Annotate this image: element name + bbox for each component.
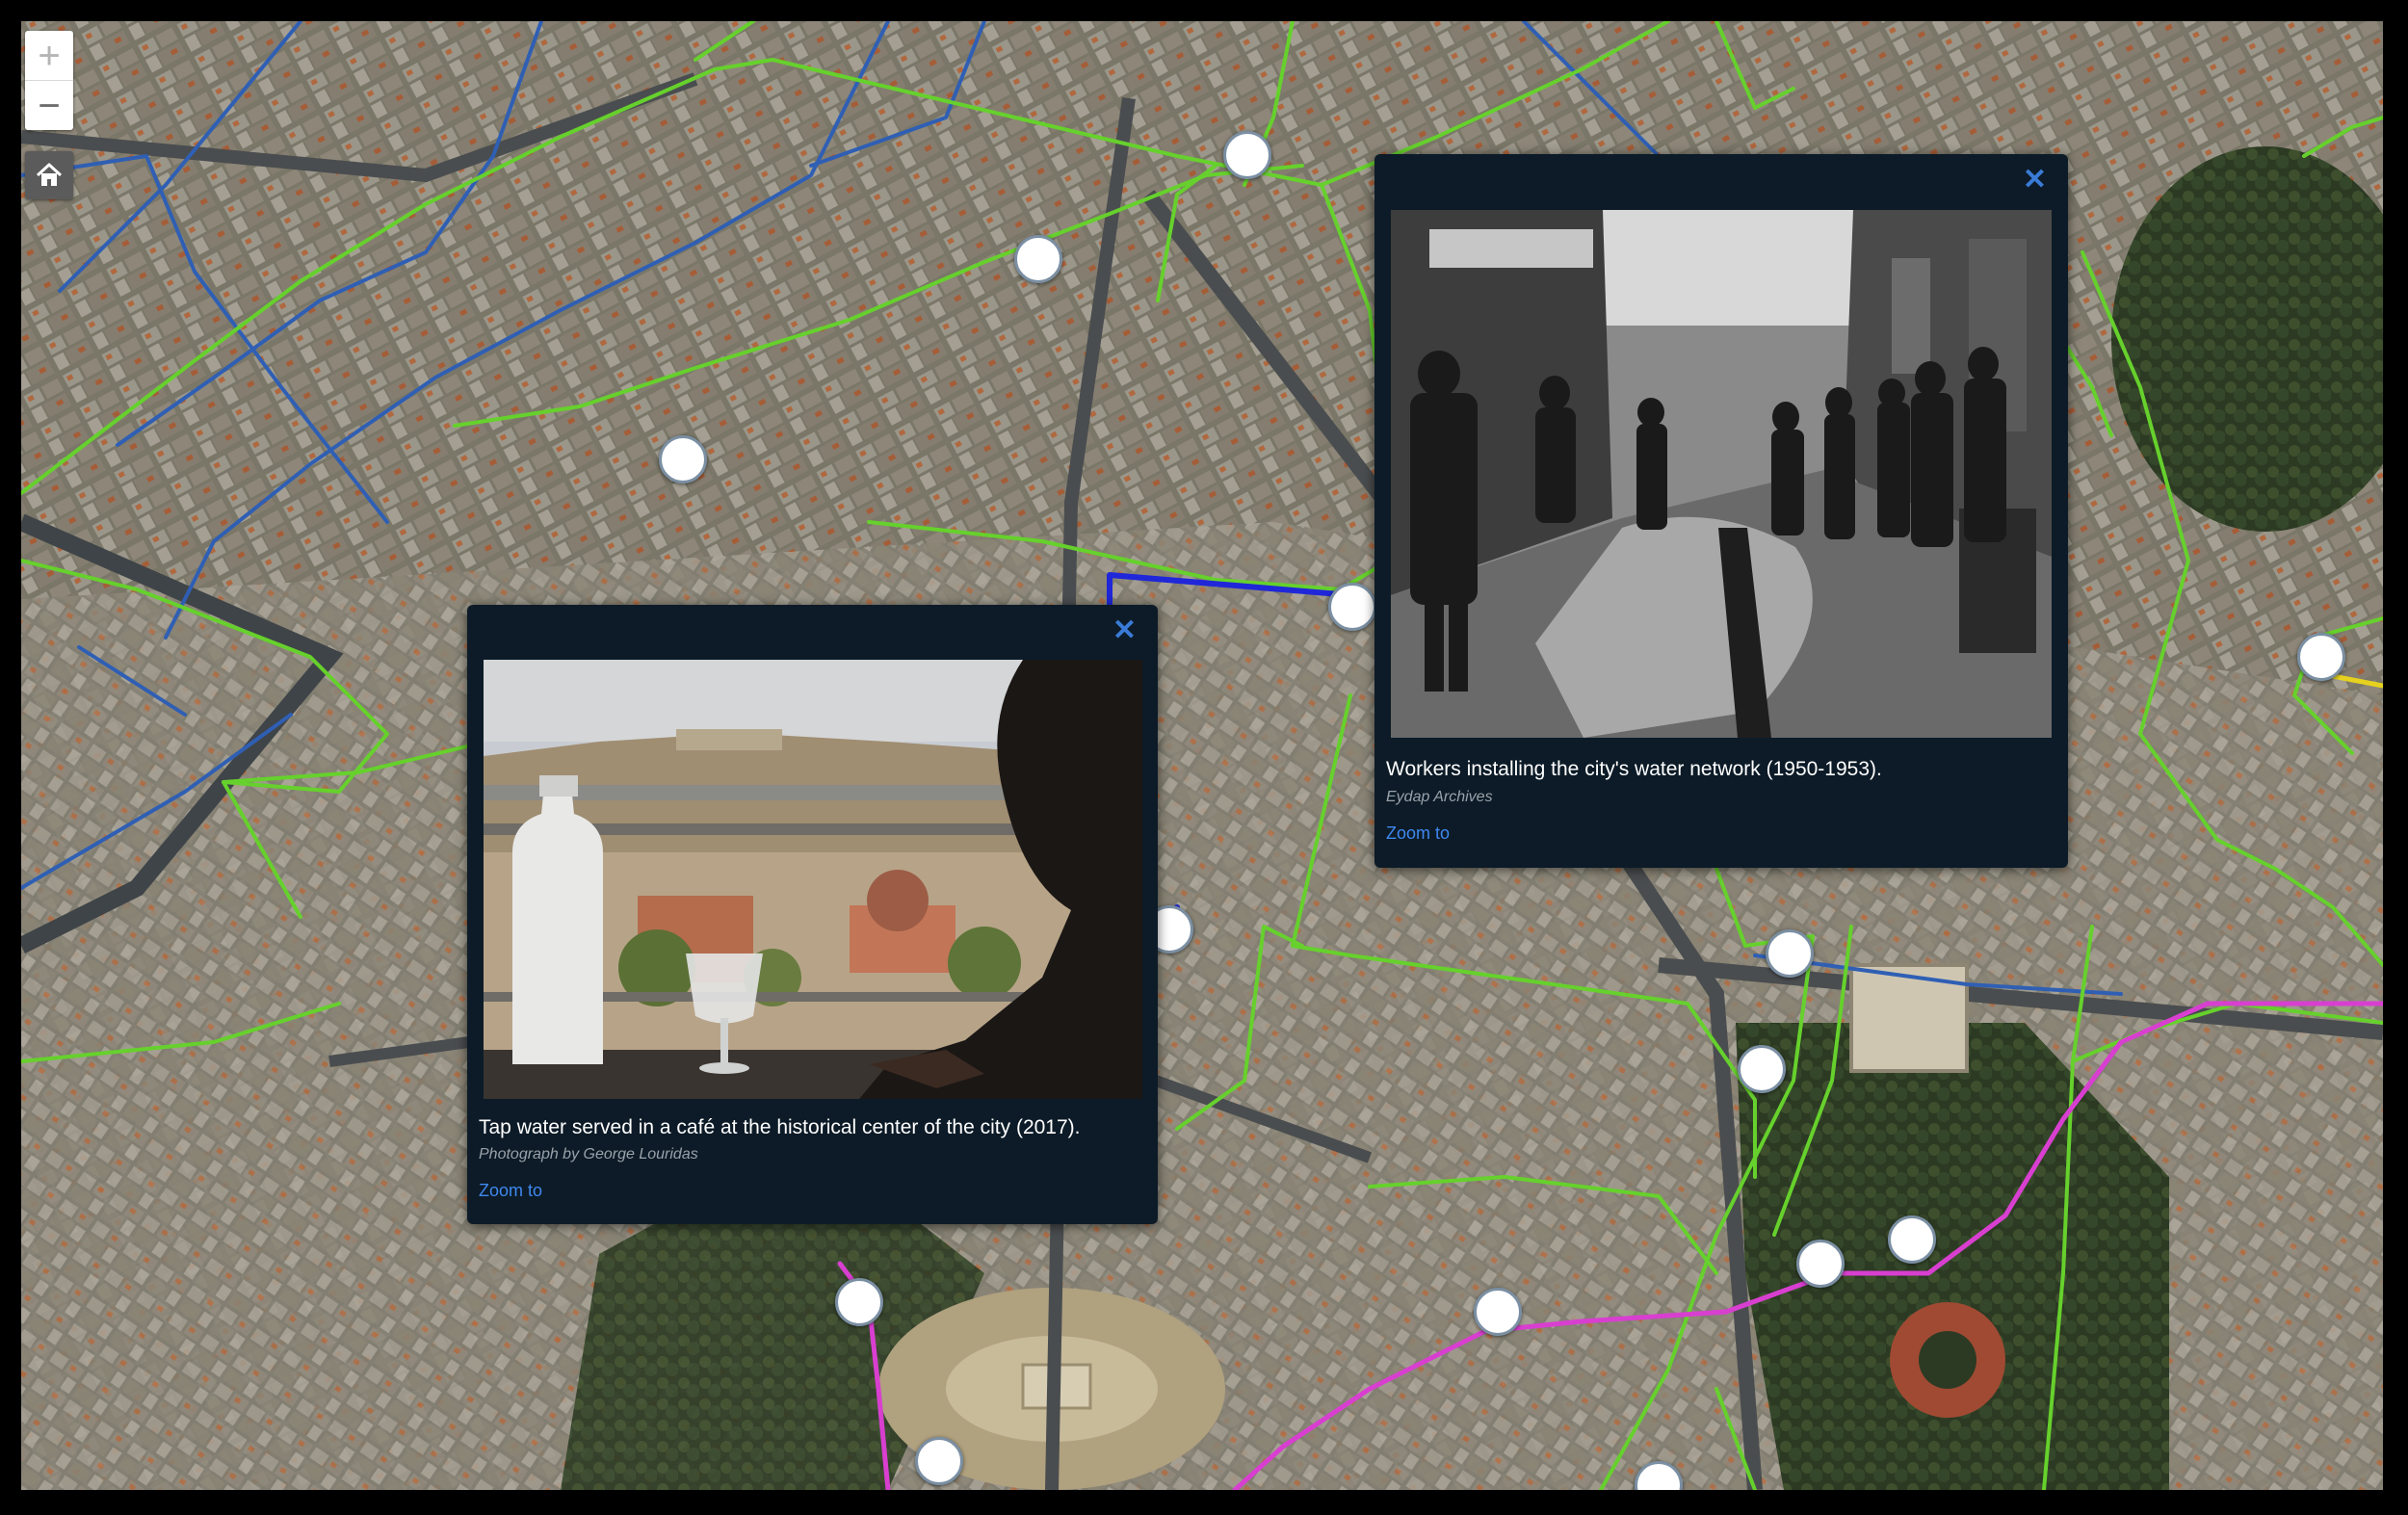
photo-popup-cafe: ✕ Tap water served in a café at the hist… <box>467 605 1158 1224</box>
zoom-control: + − <box>25 31 73 130</box>
popup-credit: Eydap Archives <box>1386 789 1493 805</box>
popup-caption: Tap water served in a café at the histor… <box>479 1116 1081 1138</box>
map-marker[interactable] <box>1796 1240 1845 1288</box>
map-marker[interactable] <box>1888 1215 1936 1264</box>
zoom-to-link[interactable]: Zoom to <box>1386 823 1450 844</box>
map-marker[interactable] <box>1014 235 1062 283</box>
close-icon[interactable]: ✕ <box>1112 616 1137 645</box>
map-marker[interactable] <box>1766 929 1814 978</box>
map-marker[interactable] <box>2297 633 2345 681</box>
home-icon <box>36 163 63 186</box>
map-marker[interactable] <box>1738 1045 1786 1093</box>
cafe-photo <box>484 660 1142 1099</box>
map-marker[interactable] <box>659 435 707 483</box>
map-marker[interactable] <box>1223 131 1271 179</box>
photo-popup-archive: ✕ Workers installing the city's water ne… <box>1374 154 2068 868</box>
zoom-in-button[interactable]: + <box>25 31 73 81</box>
map-viewport[interactable]: + − ✕ Tap water served in a café at the … <box>21 21 2383 1490</box>
archive-photo <box>1391 210 2052 738</box>
zoom-out-button[interactable]: − <box>25 81 73 130</box>
map-marker[interactable] <box>835 1278 883 1326</box>
home-button[interactable] <box>25 151 73 199</box>
zoom-to-link[interactable]: Zoom to <box>479 1181 542 1201</box>
map-marker[interactable] <box>1474 1288 1522 1336</box>
popup-caption: Workers installing the city's water netw… <box>1386 758 1882 780</box>
map-marker[interactable] <box>1328 583 1376 631</box>
popup-credit: Photograph by George Louridas <box>479 1146 698 1162</box>
map-marker[interactable] <box>915 1437 963 1485</box>
close-icon[interactable]: ✕ <box>2023 166 2047 195</box>
